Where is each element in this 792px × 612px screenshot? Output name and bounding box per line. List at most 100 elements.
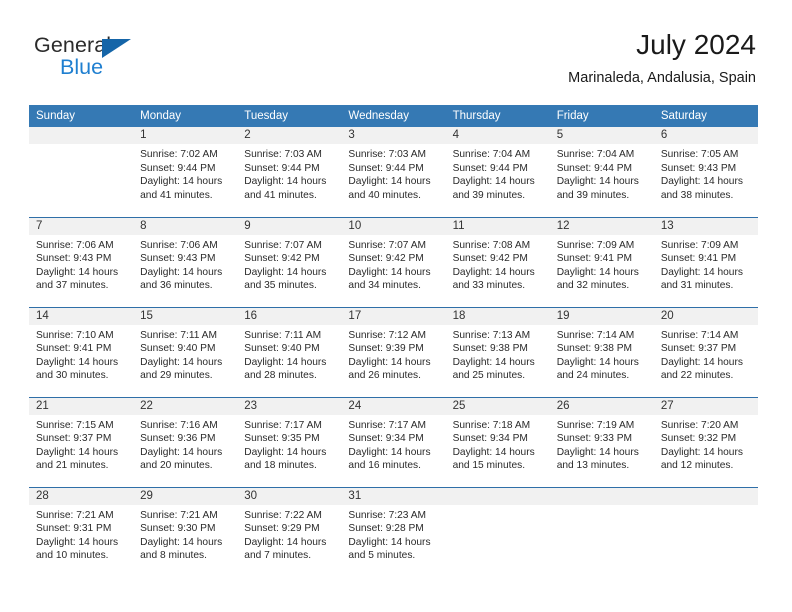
weekday-header-friday: Friday	[549, 105, 654, 127]
day-number: 2	[237, 127, 342, 144]
day-number: 11	[445, 217, 550, 235]
day-number: 29	[133, 487, 238, 505]
daylight-text-line1: Daylight: 14 hours	[660, 266, 743, 278]
sunrise-text: Sunrise: 7:23 AM	[348, 509, 427, 521]
calendar-day-cell[interactable]: 16 Sunrise: 7:11 AM Sunset: 9:40 PM Dayligh…	[237, 306, 342, 397]
calendar-day-cell[interactable]: 12 Sunrise: 7:09 AM Sunset: 9:41 PM Dayligh…	[549, 216, 654, 307]
calendar-day-cell[interactable]: 6 Sunrise: 7:05 AM Sunset: 9:43 PM Daylight…	[653, 127, 758, 217]
sunset-text: Sunset: 9:34 PM	[348, 433, 424, 445]
daylight-text-line2: and 28 minutes.	[244, 370, 317, 382]
calendar-table: Sunday Monday Tuesday Wednesday Thursday…	[29, 105, 758, 577]
weekday-header-saturday: Saturday	[653, 105, 758, 127]
sunset-text: Sunset: 9:37 PM	[36, 433, 112, 445]
daylight-text-line2: and 29 minutes.	[140, 370, 213, 382]
daylight-text-line2: and 26 minutes.	[348, 370, 421, 382]
sunrise-text: Sunrise: 7:03 AM	[348, 149, 427, 160]
calendar-day-cell[interactable]: 26 Sunrise: 7:19 AM Sunset: 9:33 PM Dayligh…	[549, 396, 654, 487]
calendar-day-cell[interactable]: 8 Sunrise: 7:06 AM Sunset: 9:43 PM Daylight…	[133, 216, 238, 307]
general-blue-logo[interactable]: General Blue	[34, 33, 164, 83]
calendar-day-cell[interactable]: 31 Sunrise: 7:23 AM Sunset: 9:28 PM Dayligh…	[341, 486, 446, 577]
calendar-day-cell[interactable]: 5 Sunrise: 7:04 AM Sunset: 9:44 PM Daylight…	[549, 127, 654, 217]
sunrise-text: Sunrise: 7:17 AM	[244, 419, 322, 431]
calendar-day-cell[interactable]: 11 Sunrise: 7:08 AM Sunset: 9:42 PM Dayligh…	[445, 216, 550, 307]
calendar-day-cell[interactable]: 19 Sunrise: 7:14 AM Sunset: 9:38 PM Dayligh…	[549, 306, 654, 397]
daylight-text-line2: and 36 minutes.	[140, 280, 213, 292]
calendar-day-cell[interactable]: 27 Sunrise: 7:20 AM Sunset: 9:32 PM Dayligh…	[653, 396, 758, 487]
sunset-text: Sunset: 9:44 PM	[140, 162, 216, 174]
sunset-text: Sunset: 9:37 PM	[660, 343, 737, 355]
sunrise-text: Sunrise: 7:05 AM	[660, 149, 739, 160]
day-details: Sunrise: 7:21 AM Sunset: 9:30 PM Daylight:…	[133, 505, 237, 563]
daylight-text-line2: and 5 minutes.	[348, 550, 416, 562]
calendar-cell-empty	[445, 486, 550, 577]
day-details: Sunrise: 7:18 AM Sunset: 9:34 PM Daylight:…	[446, 415, 550, 473]
weekday-header-tuesday: Tuesday	[237, 105, 342, 127]
calendar-day-cell[interactable]: 25 Sunrise: 7:18 AM Sunset: 9:34 PM Dayligh…	[445, 396, 550, 487]
daylight-text-line1: Daylight: 14 hours	[452, 266, 535, 278]
calendar-day-cell[interactable]: 17 Sunrise: 7:12 AM Sunset: 9:39 PM Dayligh…	[341, 306, 446, 397]
sunrise-text: Sunrise: 7:03 AM	[244, 149, 322, 160]
day-number: 8	[133, 217, 238, 235]
calendar-day-cell[interactable]: 9 Sunrise: 7:07 AM Sunset: 9:42 PM Daylight…	[237, 216, 342, 307]
day-number	[445, 487, 550, 505]
sunrise-text: Sunrise: 7:08 AM	[452, 239, 531, 251]
sunrise-text: Sunrise: 7:07 AM	[244, 239, 322, 251]
calendar-day-cell[interactable]: 18 Sunrise: 7:13 AM Sunset: 9:38 PM Dayligh…	[445, 306, 550, 397]
logo-triangle-icon	[102, 39, 131, 58]
sunset-text: Sunset: 9:34 PM	[452, 433, 528, 445]
daylight-text-line1: Daylight: 14 hours	[348, 176, 431, 188]
sunset-text: Sunset: 9:32 PM	[660, 433, 737, 445]
daylight-text-line1: Daylight: 14 hours	[452, 356, 535, 368]
calendar-day-cell[interactable]: 21 Sunrise: 7:15 AM Sunset: 9:37 PM Dayligh…	[29, 396, 134, 487]
daylight-text-line1: Daylight: 14 hours	[452, 446, 535, 458]
day-number: 13	[653, 217, 758, 235]
title-block: July 2024 Marinaleda, Andalusia, Spain	[568, 28, 756, 88]
calendar-day-cell[interactable]: 20 Sunrise: 7:14 AM Sunset: 9:37 PM Dayligh…	[653, 306, 758, 397]
sunset-text: Sunset: 9:35 PM	[244, 433, 320, 445]
day-number: 25	[445, 397, 550, 415]
day-details: Sunrise: 7:09 AM Sunset: 9:41 PM Daylight:…	[550, 235, 654, 293]
calendar-day-cell[interactable]: 29 Sunrise: 7:21 AM Sunset: 9:30 PM Dayligh…	[133, 486, 238, 577]
calendar-day-cell[interactable]: 24 Sunrise: 7:17 AM Sunset: 9:34 PM Dayligh…	[341, 396, 446, 487]
calendar-cell-empty	[549, 486, 654, 577]
sunset-text: Sunset: 9:38 PM	[452, 343, 528, 355]
sunrise-text: Sunrise: 7:10 AM	[36, 329, 114, 341]
daylight-text-line2: and 37 minutes.	[36, 280, 109, 292]
day-number	[29, 127, 134, 144]
calendar-day-cell[interactable]: 30 Sunrise: 7:22 AM Sunset: 9:29 PM Dayligh…	[237, 486, 342, 577]
day-number: 26	[549, 397, 654, 415]
daylight-text-line1: Daylight: 14 hours	[660, 356, 743, 368]
calendar-day-cell[interactable]: 7 Sunrise: 7:06 AM Sunset: 9:43 PM Daylight…	[29, 216, 134, 307]
daylight-text-line1: Daylight: 14 hours	[244, 176, 327, 188]
calendar-body: 1 Sunrise: 7:02 AM Sunset: 9:44 PM Daylight…	[29, 127, 758, 577]
day-number: 27	[653, 397, 758, 415]
day-number: 12	[549, 217, 654, 235]
daylight-text-line1: Daylight: 14 hours	[244, 266, 327, 278]
daylight-text-line2: and 7 minutes.	[244, 550, 312, 562]
sunrise-text: Sunrise: 7:18 AM	[452, 419, 531, 431]
calendar-day-cell[interactable]: 28 Sunrise: 7:21 AM Sunset: 9:31 PM Dayligh…	[29, 486, 134, 577]
calendar-day-cell[interactable]: 10 Sunrise: 7:07 AM Sunset: 9:42 PM Dayligh…	[341, 216, 446, 307]
day-number: 28	[29, 487, 134, 505]
calendar-day-cell[interactable]: 14 Sunrise: 7:10 AM Sunset: 9:41 PM Dayligh…	[29, 306, 134, 397]
sunset-text: Sunset: 9:44 PM	[244, 162, 320, 174]
sunset-text: Sunset: 9:31 PM	[36, 523, 112, 535]
daylight-text-line2: and 30 minutes.	[36, 370, 109, 382]
calendar-day-cell[interactable]: 15 Sunrise: 7:11 AM Sunset: 9:40 PM Dayligh…	[133, 306, 238, 397]
calendar-day-cell[interactable]: 1 Sunrise: 7:02 AM Sunset: 9:44 PM Daylight…	[133, 127, 238, 217]
weekday-header-wednesday: Wednesday	[341, 105, 446, 127]
calendar-day-cell[interactable]: 13 Sunrise: 7:09 AM Sunset: 9:41 PM Dayligh…	[653, 216, 758, 307]
sunrise-text: Sunrise: 7:07 AM	[348, 239, 427, 251]
calendar-week-row: 21 Sunrise: 7:15 AM Sunset: 9:37 PM Dayligh…	[29, 396, 758, 487]
day-details: Sunrise: 7:11 AM Sunset: 9:40 PM Daylight:…	[237, 325, 341, 383]
calendar-day-cell[interactable]: 2 Sunrise: 7:03 AM Sunset: 9:44 PM Daylight…	[237, 127, 342, 217]
calendar-day-cell[interactable]: 23 Sunrise: 7:17 AM Sunset: 9:35 PM Dayligh…	[237, 396, 342, 487]
calendar-day-cell[interactable]: 22 Sunrise: 7:16 AM Sunset: 9:36 PM Dayligh…	[133, 396, 238, 487]
calendar-day-cell[interactable]: 3 Sunrise: 7:03 AM Sunset: 9:44 PM Daylight…	[341, 127, 446, 217]
day-number: 4	[445, 127, 550, 144]
sunrise-text: Sunrise: 7:21 AM	[36, 509, 114, 521]
sunset-text: Sunset: 9:40 PM	[140, 343, 216, 355]
calendar-day-cell[interactable]: 4 Sunrise: 7:04 AM Sunset: 9:44 PM Daylight…	[445, 127, 550, 217]
daylight-text-line2: and 8 minutes.	[140, 550, 207, 562]
sunrise-text: Sunrise: 7:20 AM	[660, 419, 739, 431]
